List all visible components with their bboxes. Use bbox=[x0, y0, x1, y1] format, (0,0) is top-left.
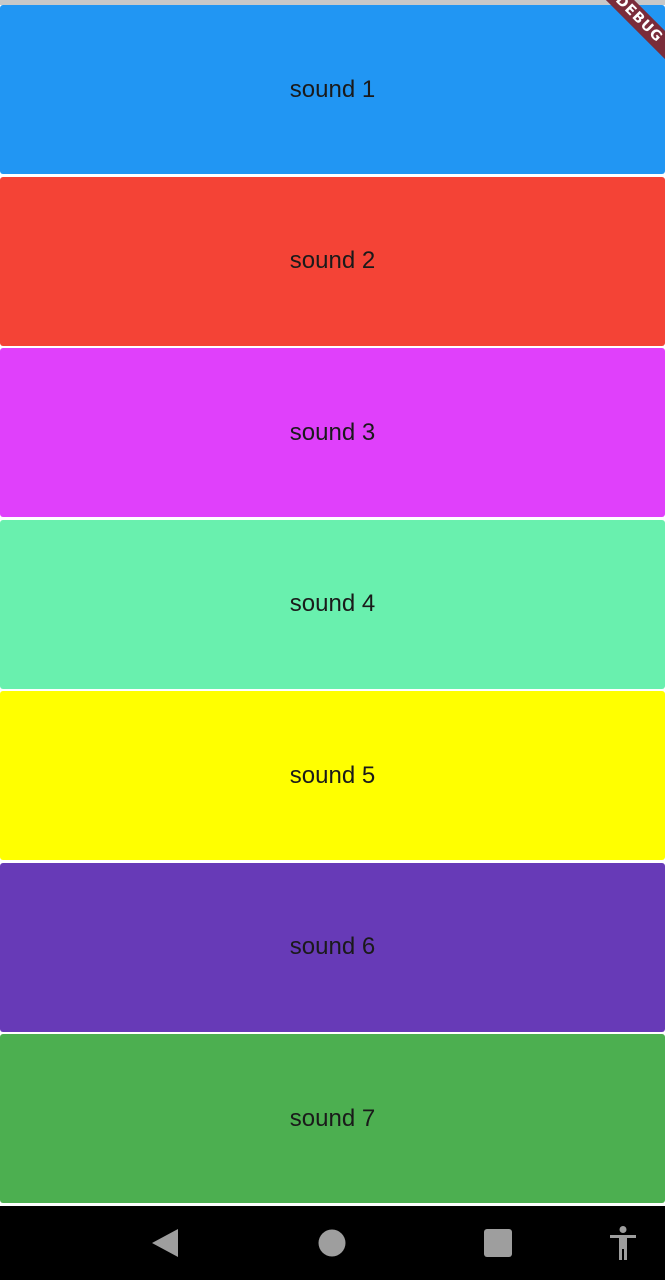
sound-button-label: sound 7 bbox=[289, 1104, 376, 1132]
nav-home-button[interactable] bbox=[297, 1206, 367, 1280]
sound-list: sound 1 sound 2 sound 3 sound 4 sound 5 … bbox=[0, 5, 665, 1206]
nav-accessibility-button[interactable] bbox=[588, 1206, 658, 1280]
home-icon bbox=[318, 1229, 346, 1257]
sound-button-1[interactable]: sound 1 bbox=[0, 5, 665, 174]
sound-button-label: sound 1 bbox=[289, 75, 376, 103]
accessibility-icon bbox=[610, 1226, 636, 1260]
sound-button-label: sound 6 bbox=[289, 933, 376, 960]
system-navigation-bar bbox=[0, 1206, 665, 1280]
sound-button-label: sound 3 bbox=[289, 418, 376, 446]
nav-recents-button[interactable] bbox=[463, 1206, 533, 1280]
sound-button-4[interactable]: sound 4 bbox=[0, 519, 665, 689]
recents-icon bbox=[484, 1229, 512, 1257]
sound-button-6[interactable]: sound 6 bbox=[0, 862, 665, 1032]
sound-button-5[interactable]: sound 5 bbox=[0, 691, 665, 860]
back-icon bbox=[152, 1229, 178, 1257]
sound-button-label: sound 5 bbox=[289, 761, 376, 789]
sound-button-label: sound 2 bbox=[289, 247, 376, 274]
sound-button-2[interactable]: sound 2 bbox=[0, 176, 665, 346]
sound-button-3[interactable]: sound 3 bbox=[0, 348, 665, 517]
sound-button-7[interactable]: sound 7 bbox=[0, 1034, 665, 1203]
sound-button-label: sound 4 bbox=[289, 590, 376, 617]
nav-back-button[interactable] bbox=[130, 1206, 200, 1280]
